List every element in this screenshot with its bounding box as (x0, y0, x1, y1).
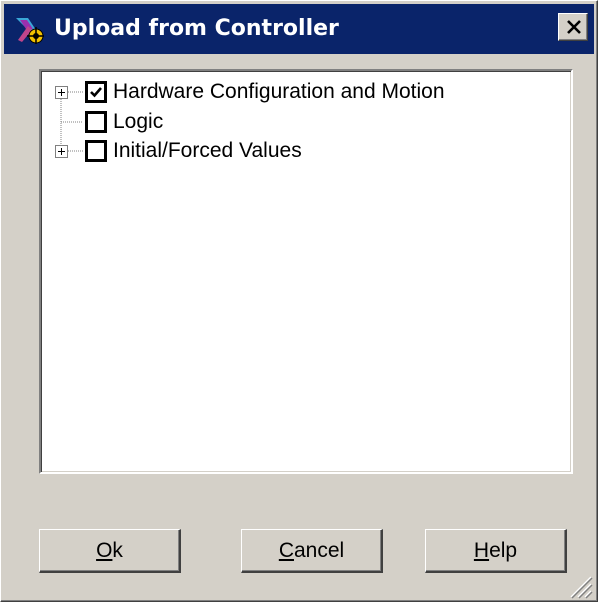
tree-item-logic[interactable]: Logic (51, 108, 551, 138)
ok-mnemonic: O (96, 538, 113, 562)
help-button[interactable]: Help (425, 529, 567, 573)
initial-forced-values-checkbox[interactable] (85, 140, 107, 162)
close-icon (567, 20, 581, 34)
hardware-checkbox[interactable] (85, 81, 107, 103)
ok-label-rest: k (112, 538, 123, 562)
checkmark-icon (90, 87, 102, 98)
upload-dialog: Upload from Controller Hardware Configur… (0, 0, 598, 602)
cancel-button[interactable]: Cancel (241, 529, 383, 573)
cancel-label-rest: ancel (293, 538, 345, 562)
upload-options-tree[interactable]: Hardware Configuration and Motion Logic … (39, 69, 573, 474)
window-title: Upload from Controller (54, 16, 339, 41)
tree-item-label[interactable]: Initial/Forced Values (113, 138, 302, 164)
close-button[interactable] (558, 13, 588, 41)
help-mnemonic: H (473, 538, 490, 562)
ok-button[interactable]: Ok (39, 529, 181, 573)
resize-grip-icon[interactable] (567, 573, 593, 599)
expand-plus-icon[interactable] (55, 145, 68, 158)
title-bar[interactable]: Upload from Controller (4, 4, 594, 54)
tree-item-label[interactable]: Logic (113, 109, 163, 135)
tree-item-label[interactable]: Hardware Configuration and Motion (113, 79, 445, 105)
logic-checkbox[interactable] (85, 111, 107, 133)
expand-plus-icon[interactable] (55, 86, 68, 99)
cancel-mnemonic: C (278, 538, 294, 562)
tree-item-initial-forced-values[interactable]: Initial/Forced Values (51, 137, 551, 167)
help-label-rest: elp (489, 538, 518, 562)
tree-item-hardware[interactable]: Hardware Configuration and Motion (51, 78, 551, 108)
controller-upload-icon (14, 14, 45, 45)
